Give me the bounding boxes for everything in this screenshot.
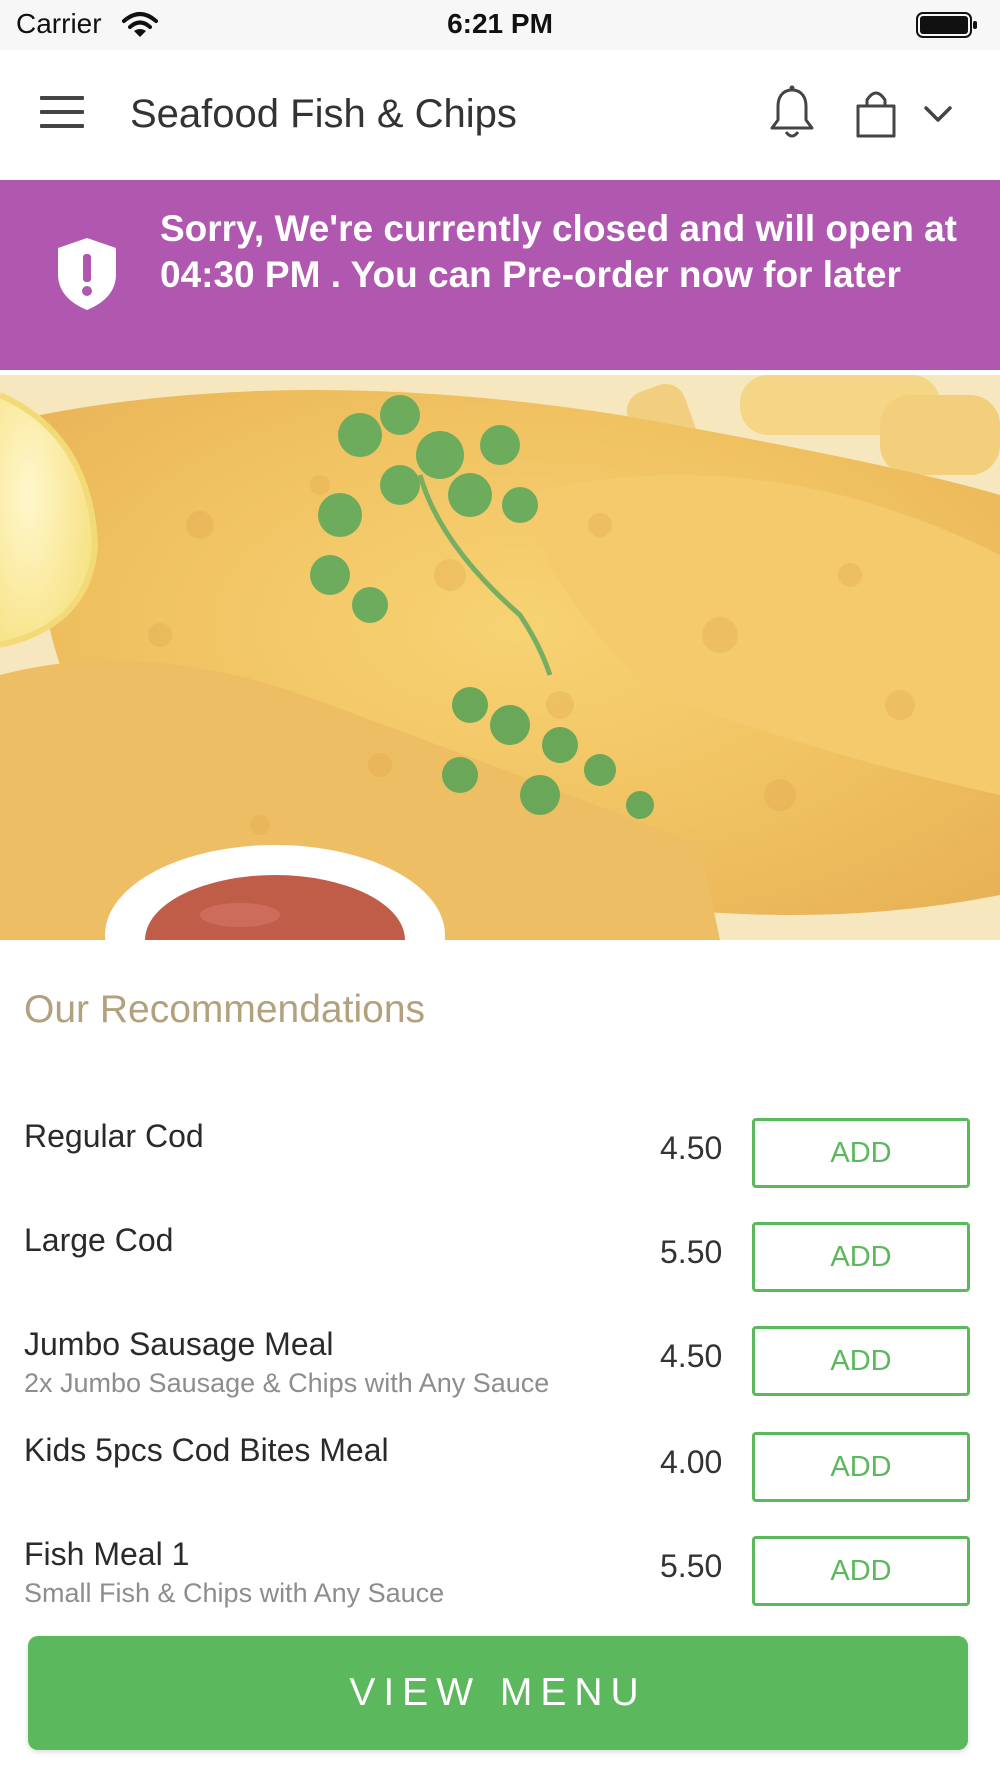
recommendations-title: Our Recommendations bbox=[24, 988, 426, 1031]
item-price: 4.50 bbox=[660, 1338, 723, 1374]
item-name: Jumbo Sausage Meal bbox=[24, 1326, 334, 1362]
clock: 6:21 PM bbox=[447, 8, 553, 39]
add-button[interactable]: ADD bbox=[752, 1326, 970, 1396]
battery-icon bbox=[916, 12, 977, 38]
list-item: Regular Cod 4.50 ADD bbox=[0, 1100, 1000, 1204]
item-name: Fish Meal 1 bbox=[24, 1536, 190, 1572]
view-menu-button[interactable]: VIEW MENU bbox=[28, 1636, 968, 1750]
add-button[interactable]: ADD bbox=[752, 1118, 970, 1188]
app-header: Seafood Fish & Chips bbox=[0, 50, 1000, 180]
item-price: 5.50 bbox=[660, 1548, 723, 1584]
page-title: Seafood Fish & Chips bbox=[130, 92, 517, 136]
list-item: Large Cod 5.50 ADD bbox=[0, 1204, 1000, 1308]
item-name: Regular Cod bbox=[24, 1118, 204, 1154]
list-item: Kids 5pcs Cod Bites Meal 4.00 ADD bbox=[0, 1414, 1000, 1518]
list-item: Fish Meal 1 Small Fish & Chips with Any … bbox=[0, 1518, 1000, 1624]
list-item: Jumbo Sausage Meal 2x Jumbo Sausage & Ch… bbox=[0, 1308, 1000, 1414]
hamburger-menu-icon[interactable] bbox=[40, 96, 84, 132]
closed-notice-banner: Sorry, We're currently closed and will o… bbox=[0, 180, 1000, 370]
item-price: 4.50 bbox=[660, 1130, 723, 1166]
recommendations-list: Regular Cod 4.50 ADD Large Cod 5.50 ADD … bbox=[0, 1100, 1000, 1624]
item-description: Small Fish & Chips with Any Sauce bbox=[24, 1578, 445, 1608]
status-bar: Carrier 6:21 PM bbox=[0, 0, 1000, 50]
item-name: Kids 5pcs Cod Bites Meal bbox=[24, 1432, 389, 1468]
add-button[interactable]: ADD bbox=[752, 1432, 970, 1502]
add-button[interactable]: ADD bbox=[752, 1536, 970, 1606]
item-description: 2x Jumbo Sausage & Chips with Any Sauce bbox=[24, 1368, 550, 1398]
bell-icon[interactable] bbox=[764, 84, 820, 144]
chevron-down-icon[interactable] bbox=[916, 84, 960, 144]
hero-image bbox=[0, 375, 1000, 940]
fish-and-chips-photo bbox=[0, 375, 1000, 940]
shield-alert-icon bbox=[58, 238, 116, 310]
item-name: Large Cod bbox=[24, 1222, 174, 1258]
item-price: 5.50 bbox=[660, 1234, 723, 1270]
closed-notice-message: Sorry, We're currently closed and will o… bbox=[160, 208, 957, 295]
shopping-bag-icon[interactable] bbox=[848, 84, 904, 144]
item-price: 4.00 bbox=[660, 1444, 723, 1480]
add-button[interactable]: ADD bbox=[752, 1222, 970, 1292]
